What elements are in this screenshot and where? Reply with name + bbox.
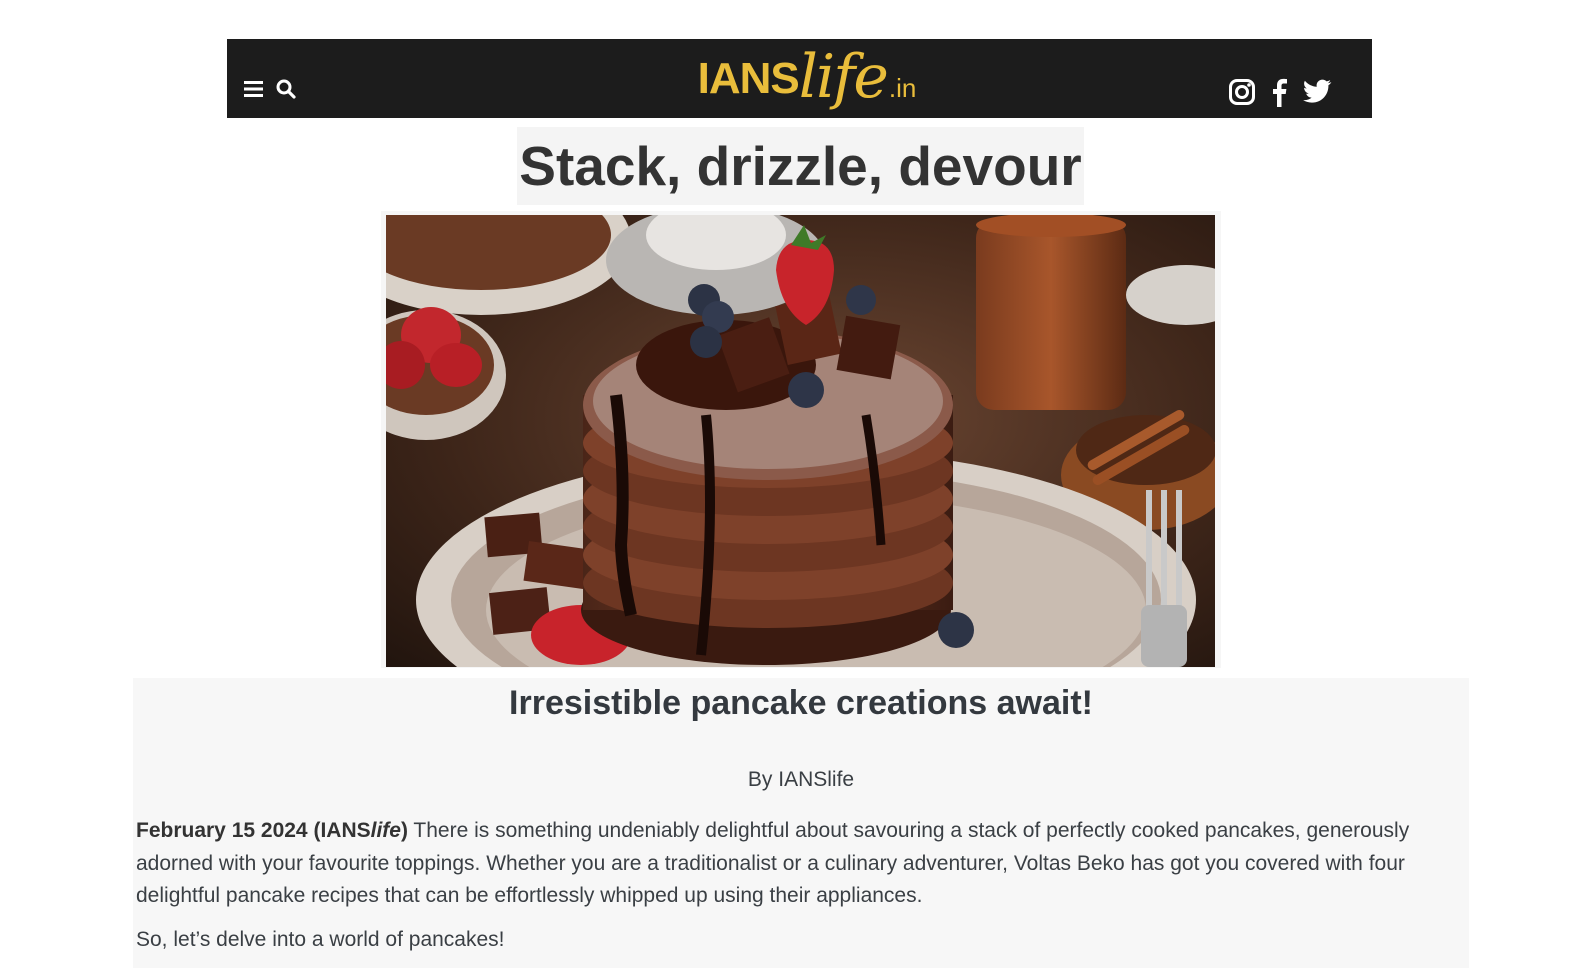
dateline: February 15 2024 (IANSlife)	[136, 819, 408, 842]
search-icon[interactable]	[276, 79, 296, 99]
site-logo[interactable]: IANS life .in	[672, 41, 942, 115]
menu-icon[interactable]	[244, 80, 264, 98]
article-subtitle: Irresistible pancake creations await!	[509, 684, 1093, 722]
dateline-source-prefix: (IANS	[313, 819, 371, 842]
article-hero-image	[381, 211, 1221, 668]
site-header: IANS life .in	[227, 39, 1372, 118]
dateline-date: February 15 2024	[136, 819, 308, 842]
instagram-icon[interactable]	[1228, 78, 1256, 106]
dateline-source-suffix: )	[400, 819, 408, 842]
header-left-controls	[244, 79, 296, 99]
logo-main: IANS	[697, 54, 800, 103]
article-title: Stack, drizzle, devour	[519, 134, 1082, 197]
article-title-wrap: Stack, drizzle, devour	[517, 127, 1084, 205]
article-byline: By IANSlife	[747, 768, 855, 791]
logo-suffix: .in	[888, 73, 917, 103]
facebook-icon[interactable]	[1270, 77, 1288, 107]
social-links	[1228, 77, 1332, 107]
article-intro-paragraph: February 15 2024 (IANSlife) There is som…	[136, 815, 1466, 913]
dateline-source-italic: life	[370, 819, 401, 842]
logo-script: life	[798, 42, 889, 112]
article-body: Irresistible pancake creations await! By…	[133, 678, 1469, 968]
pancake-stack-photo	[386, 215, 1215, 667]
article-second-paragraph: So, let’s delve into a world of pancakes…	[136, 928, 505, 951]
twitter-icon[interactable]	[1302, 79, 1332, 105]
